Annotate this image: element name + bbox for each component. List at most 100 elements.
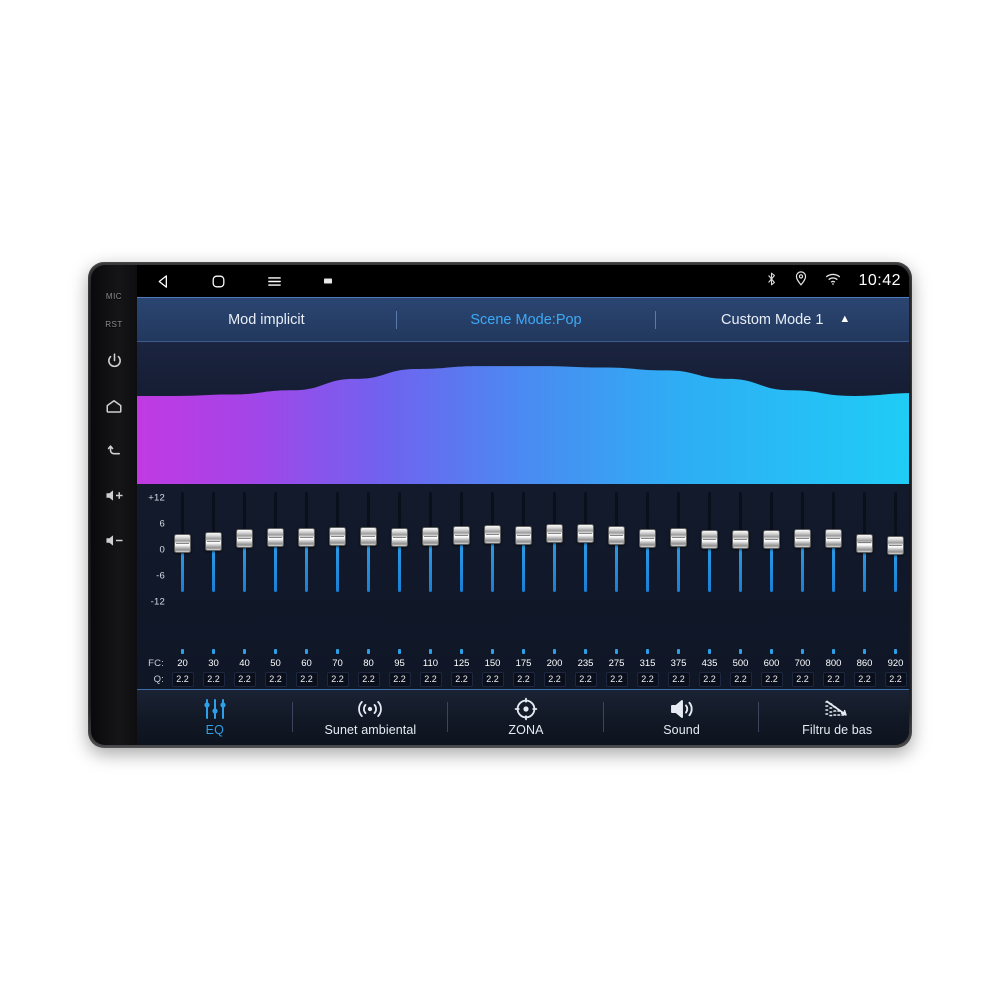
eq-slider-track[interactable]: [632, 490, 663, 594]
mode-custom[interactable]: Custom Mode 1 ▲: [656, 298, 909, 341]
eq-slider-track[interactable]: [694, 490, 725, 594]
fc-value[interactable]: 275: [601, 658, 632, 669]
eq-slider-thumb[interactable]: [887, 536, 904, 556]
eq-slider-track[interactable]: [601, 490, 632, 594]
eq-slider-thumb[interactable]: [763, 529, 780, 549]
eq-slider-thumb[interactable]: [453, 526, 470, 546]
q-value-cell[interactable]: 2.2: [446, 672, 477, 688]
eq-slider-track[interactable]: [508, 490, 539, 594]
eq-slider-thumb[interactable]: [701, 530, 718, 550]
eq-slider-thumb[interactable]: [732, 530, 749, 550]
fc-value[interactable]: 435: [694, 658, 725, 669]
fc-value[interactable]: 600: [756, 658, 787, 669]
eq-slider-thumb[interactable]: [515, 525, 532, 545]
tab-sunet-ambiental[interactable]: Sunet ambiental: [293, 690, 449, 745]
eq-slider-track[interactable]: [477, 490, 508, 594]
eq-slider-track[interactable]: [849, 490, 880, 594]
eq-slider-thumb[interactable]: [205, 531, 222, 551]
fc-value[interactable]: 70: [322, 658, 353, 669]
q-value-cell[interactable]: 2.2: [198, 672, 229, 688]
eq-slider-thumb[interactable]: [422, 526, 439, 546]
android-back-icon[interactable]: [155, 273, 172, 290]
eq-slider-track[interactable]: [539, 490, 570, 594]
q-value-cell[interactable]: 2.2: [818, 672, 849, 688]
eq-slider-track[interactable]: [415, 490, 446, 594]
fc-value[interactable]: 60: [291, 658, 322, 669]
eq-slider-thumb[interactable]: [856, 533, 873, 553]
q-value-cell[interactable]: 2.2: [477, 672, 508, 688]
eq-slider-track[interactable]: [756, 490, 787, 594]
q-value-cell[interactable]: 2.2: [229, 672, 260, 688]
eq-slider-track[interactable]: [229, 490, 260, 594]
fc-value[interactable]: 315: [632, 658, 663, 669]
eq-slider-track[interactable]: [291, 490, 322, 594]
eq-slider-track[interactable]: [787, 490, 818, 594]
eq-slider-thumb[interactable]: [329, 527, 346, 547]
q-value-cell[interactable]: 2.2: [291, 672, 322, 688]
q-value-cell[interactable]: 2.2: [601, 672, 632, 688]
fc-value[interactable]: 95: [384, 658, 415, 669]
eq-slider-track[interactable]: [663, 490, 694, 594]
chevron-up-icon[interactable]: ▲: [839, 314, 850, 325]
eq-slider-thumb[interactable]: [577, 524, 594, 544]
q-value-cell[interactable]: 2.2: [632, 672, 663, 688]
q-value-cell[interactable]: 2.2: [663, 672, 694, 688]
q-value-cell[interactable]: 2.2: [880, 672, 909, 688]
eq-slider-thumb[interactable]: [546, 523, 563, 543]
fc-value[interactable]: 860: [849, 658, 880, 669]
android-home-icon[interactable]: [210, 273, 227, 290]
fc-value[interactable]: 800: [818, 658, 849, 669]
eq-slider-thumb[interactable]: [639, 529, 656, 549]
fc-value[interactable]: 20: [167, 658, 198, 669]
q-value-cell[interactable]: 2.2: [787, 672, 818, 688]
eq-slider-track[interactable]: [167, 490, 198, 594]
volume-down-button[interactable]: [99, 519, 129, 562]
eq-slider-thumb[interactable]: [360, 527, 377, 547]
eq-slider-thumb[interactable]: [794, 529, 811, 549]
q-value-cell[interactable]: 2.2: [570, 672, 601, 688]
tab-zona[interactable]: ZONA: [448, 690, 604, 745]
power-button[interactable]: [99, 339, 129, 382]
fc-value[interactable]: 700: [787, 658, 818, 669]
eq-slider-track[interactable]: [384, 490, 415, 594]
fc-value[interactable]: 125: [446, 658, 477, 669]
fc-value[interactable]: 375: [663, 658, 694, 669]
eq-slider-track[interactable]: [353, 490, 384, 594]
q-value-cell[interactable]: 2.2: [539, 672, 570, 688]
back-button[interactable]: [99, 429, 129, 472]
q-value-cell[interactable]: 2.2: [384, 672, 415, 688]
volume-up-button[interactable]: [99, 474, 129, 517]
eq-slider-thumb[interactable]: [391, 527, 408, 547]
q-value-cell[interactable]: 2.2: [415, 672, 446, 688]
fc-value[interactable]: 110: [415, 658, 446, 669]
q-value-cell[interactable]: 2.2: [167, 672, 198, 688]
fc-value[interactable]: 175: [508, 658, 539, 669]
tab-filtru-de-bas[interactable]: Filtru de bas: [759, 690, 909, 745]
android-menu-icon[interactable]: [265, 273, 284, 290]
q-value-cell[interactable]: 2.2: [322, 672, 353, 688]
mode-default[interactable]: Mod implicit: [137, 298, 396, 341]
q-value-cell[interactable]: 2.2: [725, 672, 756, 688]
home-button[interactable]: [99, 384, 129, 427]
eq-slider-thumb[interactable]: [670, 528, 687, 548]
fc-value[interactable]: 200: [539, 658, 570, 669]
fc-value[interactable]: 40: [229, 658, 260, 669]
fc-value[interactable]: 235: [570, 658, 601, 669]
eq-slider-thumb[interactable]: [608, 526, 625, 546]
fc-value[interactable]: 80: [353, 658, 384, 669]
eq-slider-thumb[interactable]: [174, 533, 191, 553]
mode-scene[interactable]: Scene Mode:Pop: [397, 298, 656, 341]
fc-value[interactable]: 150: [477, 658, 508, 669]
eq-slider-track[interactable]: [570, 490, 601, 594]
eq-slider-track[interactable]: [260, 490, 291, 594]
eq-slider-thumb[interactable]: [825, 529, 842, 549]
q-value-cell[interactable]: 2.2: [353, 672, 384, 688]
eq-slider-track[interactable]: [446, 490, 477, 594]
q-value-cell[interactable]: 2.2: [260, 672, 291, 688]
eq-slider-track[interactable]: [725, 490, 756, 594]
eq-slider-track[interactable]: [198, 490, 229, 594]
android-recents-icon[interactable]: [322, 275, 334, 287]
q-value-cell[interactable]: 2.2: [508, 672, 539, 688]
fc-value[interactable]: 920: [880, 658, 909, 669]
q-value-cell[interactable]: 2.2: [694, 672, 725, 688]
